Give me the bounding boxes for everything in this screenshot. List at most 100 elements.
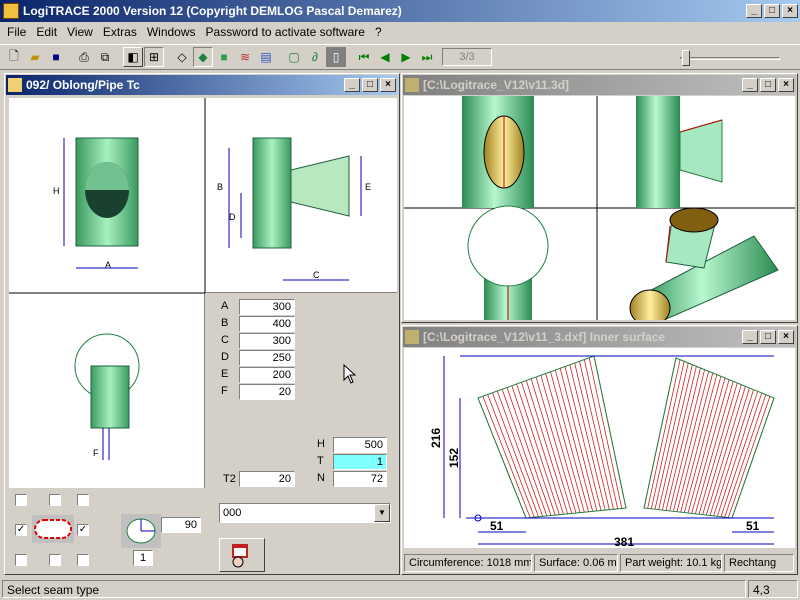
param-c-label: C	[221, 334, 229, 346]
minimize-icon[interactable]: _	[344, 78, 360, 92]
close-icon[interactable]: ×	[778, 330, 794, 344]
surface-value: Surface: 0.06 m²	[534, 554, 618, 572]
dim-e: E	[365, 182, 371, 192]
maximize-icon[interactable]: □	[760, 330, 776, 344]
parameter-window-titlebar: 092/ Oblong/Pipe Tc _ □ ×	[6, 75, 398, 95]
seam-checkbox-tr[interactable]	[77, 494, 89, 506]
dim-381: 381	[614, 535, 634, 548]
param-d-field[interactable]: 250	[239, 350, 295, 366]
parameter-window-title: 092/ Oblong/Pipe Tc	[26, 78, 140, 92]
3d-window-titlebar: [C:\Logitrace_V12\v11.3d] _ □ ×	[403, 75, 796, 95]
save-icon[interactable]: ■	[46, 47, 66, 67]
prev-page-icon[interactable]: ◀	[375, 47, 395, 67]
copy-icon[interactable]: ⧉	[95, 47, 115, 67]
first-page-icon[interactable]: ⏮	[354, 47, 374, 67]
3d-view-window: [C:\Logitrace_V12\v11.3d] _ □ ×	[401, 73, 798, 323]
app-icon	[3, 3, 19, 19]
curve-icon[interactable]: ∂	[305, 47, 325, 67]
param-a-label: A	[221, 300, 229, 312]
param-f-field[interactable]: 20	[239, 384, 295, 400]
menu-windows[interactable]: Windows	[142, 25, 201, 39]
menu-password[interactable]: Password to activate software	[201, 25, 370, 39]
dim-h: H	[53, 186, 60, 196]
count-field[interactable]: 1	[133, 550, 153, 566]
param-e-field[interactable]: 200	[239, 367, 295, 383]
maximize-icon[interactable]: □	[764, 4, 780, 18]
menu-extras[interactable]: Extras	[98, 25, 142, 39]
wireframe-icon[interactable]: ◇	[172, 47, 192, 67]
oblong-seam-icon[interactable]	[31, 514, 75, 544]
3d-window-title: [C:\Logitrace_V12\v11.3d]	[423, 78, 570, 92]
parameter-window: 092/ Oblong/Pipe Tc _ □ × H A B D E C F …	[4, 73, 400, 575]
seam-type-button[interactable]	[219, 538, 265, 572]
last-page-icon[interactable]: ⏭	[417, 47, 437, 67]
close-icon[interactable]: ×	[782, 4, 798, 18]
menu-file[interactable]: File	[2, 25, 31, 39]
param-h-field[interactable]: 500	[333, 437, 387, 453]
gray-box-icon[interactable]: ▯	[326, 47, 346, 67]
seam-checkbox-mr[interactable]: ✓	[77, 524, 89, 536]
menu-edit[interactable]: Edit	[31, 25, 62, 39]
slider-thumb[interactable]	[682, 50, 690, 66]
param-c-field[interactable]: 300	[239, 333, 295, 349]
dxf-window-title: [C:\Logitrace_V12\v11_3.dxf] Inner surfa…	[423, 330, 666, 344]
dim-152: 152	[447, 448, 461, 468]
param-a-field[interactable]: 300	[239, 299, 295, 315]
frame-icon[interactable]: ▢	[284, 47, 304, 67]
dim-51-left: 51	[490, 519, 504, 533]
shape-value: Rechtang	[724, 554, 794, 572]
view-grid-icon[interactable]: ⊞	[144, 47, 164, 67]
app-title: LogiTRACE 2000 Version 12 (Copyright DEM…	[23, 4, 402, 18]
param-b-field[interactable]: 400	[239, 316, 295, 332]
seam-checkbox-bl[interactable]	[15, 554, 27, 566]
seam-checkbox-tl[interactable]	[15, 494, 27, 506]
close-icon[interactable]: ×	[778, 78, 794, 92]
menu-help[interactable]: ?	[370, 25, 387, 39]
view-single-icon[interactable]: ◧	[123, 47, 143, 67]
open-folder-icon[interactable]: ▰	[25, 47, 45, 67]
window-icon	[8, 78, 22, 92]
dxf-window-titlebar: [C:\Logitrace_V12\v11_3.dxf] Inner surfa…	[403, 327, 796, 347]
param-f-label: F	[221, 385, 228, 397]
maximize-icon[interactable]: □	[362, 78, 378, 92]
dim-c: C	[313, 270, 320, 280]
new-file-icon[interactable]: 🗋	[4, 47, 24, 67]
print-icon[interactable]: ⎙	[74, 47, 94, 67]
close-icon[interactable]: ×	[380, 78, 396, 92]
solid-icon[interactable]: ◆	[193, 47, 213, 67]
page-indicator: 3/3	[442, 48, 492, 66]
minimize-icon[interactable]: _	[746, 4, 762, 18]
angle-icon[interactable]	[121, 514, 161, 548]
window-icon	[405, 330, 419, 344]
minimize-icon[interactable]: _	[742, 330, 758, 344]
combo-box[interactable]: 000 ▼	[219, 503, 391, 523]
maximize-icon[interactable]: □	[760, 78, 776, 92]
app-titlebar: LogiTRACE 2000 Version 12 (Copyright DEM…	[0, 0, 800, 22]
param-t2-field[interactable]: 20	[239, 471, 295, 487]
menu-bar: File Edit View Extras Windows Password t…	[2, 22, 798, 42]
window-icon	[405, 78, 419, 92]
angle-field[interactable]: 90	[161, 517, 201, 533]
seam-checkbox-bm[interactable]	[49, 554, 61, 566]
zoom-slider[interactable]	[680, 49, 784, 67]
status-code: 4,3	[748, 580, 798, 598]
dim-b: B	[217, 182, 223, 192]
param-d-label: D	[221, 351, 229, 363]
seam-checkbox-tm[interactable]	[49, 494, 61, 506]
param-e-label: E	[221, 368, 229, 380]
dim-a: A	[105, 260, 111, 270]
menu-view[interactable]: View	[62, 25, 98, 39]
param-n-field[interactable]: 72	[333, 471, 387, 487]
minimize-icon[interactable]: _	[742, 78, 758, 92]
seam-checkbox-ml[interactable]: ✓	[15, 524, 27, 536]
dim-51-right: 51	[746, 519, 760, 533]
seam-checkbox-br[interactable]	[77, 554, 89, 566]
param-t2-label: T2	[223, 473, 236, 485]
shaded-icon[interactable]: ■	[214, 47, 234, 67]
param-t-field[interactable]: 1	[333, 454, 387, 470]
toolbar: 🗋 ▰ ■ ⎙ ⧉ ◧ ⊞ ◇ ◆ ■ ≋ ▤ ▢ ∂ ▯ ⏮ ◀ ▶ ⏭ 3/…	[0, 44, 800, 70]
next-page-icon[interactable]: ▶	[396, 47, 416, 67]
colors-icon[interactable]: ≋	[235, 47, 255, 67]
layers-icon[interactable]: ▤	[256, 47, 276, 67]
chevron-down-icon[interactable]: ▼	[374, 504, 390, 522]
